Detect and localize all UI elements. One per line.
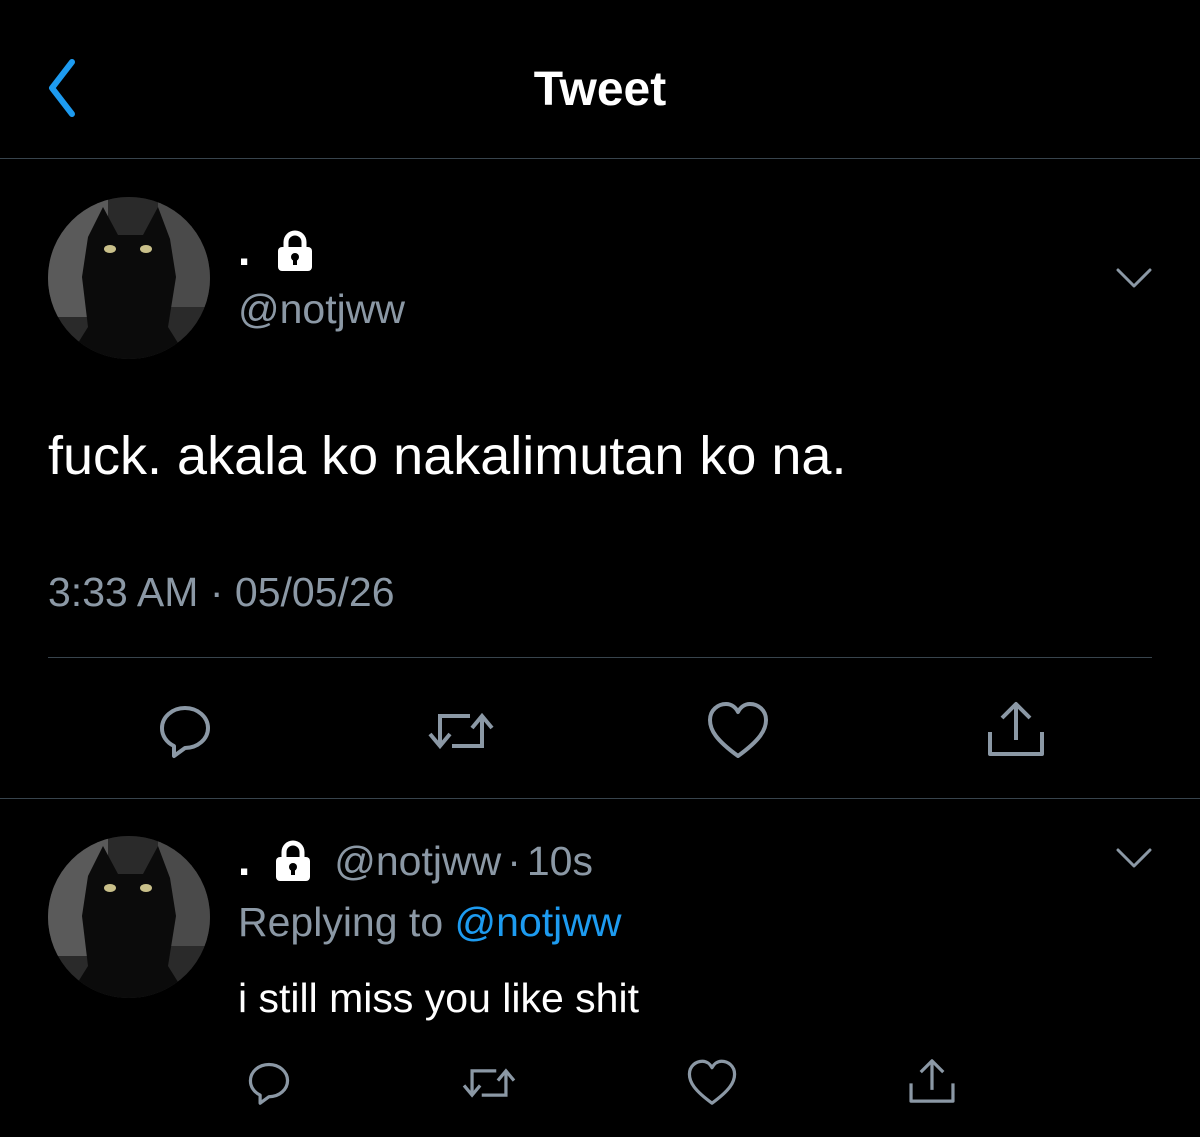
nav-bar: Tweet [0,0,1200,158]
more-options-button[interactable] [1114,262,1154,292]
reply-more-options-button[interactable] [1114,842,1154,872]
tweet-timestamp: 3:33 AM · 05/05/26 [48,565,395,619]
share-icon [988,702,1044,756]
retweet-icon [428,712,494,750]
reply-like-button[interactable] [686,1058,738,1108]
tweet-time: 3:33 AM [48,569,199,615]
lock-icon [276,840,311,881]
retweet-icon [462,1068,516,1098]
header-divider [0,158,1200,159]
reply-age: 10s [526,837,593,884]
chevron-down-icon [1116,268,1152,288]
reply-display-name: . [238,836,251,885]
black-cat-avatar [48,836,210,998]
retweet-button[interactable] [426,700,496,762]
reply-share-button[interactable] [906,1056,958,1106]
page-title: Tweet [533,63,667,116]
like-icon [708,702,768,758]
replying-to: Replying to @notjww [238,896,621,948]
author-handle[interactable]: @notjww [238,284,405,334]
avatar[interactable] [48,197,210,359]
share-button[interactable] [984,698,1048,760]
like-button[interactable] [706,700,770,762]
reply-reply-button[interactable] [244,1058,294,1108]
timestamp-divider [48,657,1152,658]
reply-header: . @notjww · 10s [238,836,593,886]
reply-icon [160,706,210,758]
reply-button[interactable] [154,700,216,762]
author-name-row: . [238,228,316,274]
like-icon [687,1059,737,1105]
lock-icon [278,230,313,271]
reply-text: i still miss you like shit [238,975,639,1021]
thread-divider [0,798,1200,799]
chevron-down-icon [1116,848,1152,868]
reply-retweet-button[interactable] [460,1058,518,1108]
display-name: . [238,226,251,275]
replying-prefix: Replying to [238,899,444,945]
timestamp-separator: · [209,569,224,615]
reply-separator: · [507,837,521,884]
tweet-text: fuck. akala ko nakalimutan ko na. [48,426,847,486]
black-cat-avatar [48,197,210,359]
reply-icon [248,1062,290,1105]
replying-handle-link[interactable]: @notjww [455,899,622,945]
share-icon [909,1059,955,1103]
reply-avatar[interactable] [48,836,210,998]
reply-handle[interactable]: @notjww [334,838,501,885]
tweet-date: 05/05/26 [234,569,395,615]
